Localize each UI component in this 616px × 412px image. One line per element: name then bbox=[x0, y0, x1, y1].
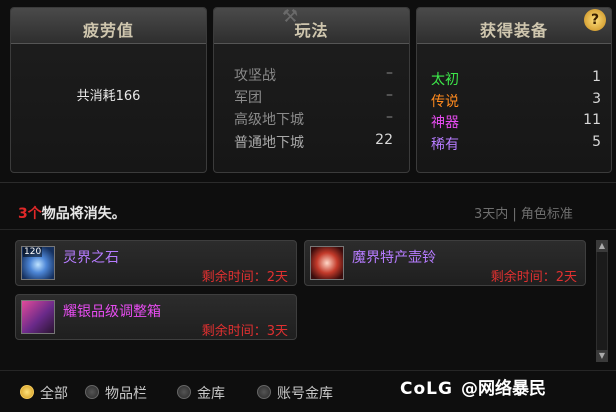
item-level-badge: 120 bbox=[23, 247, 43, 257]
item-name: 魔界特产壶铃 bbox=[352, 250, 436, 266]
item-name: 耀银品级调整箱 bbox=[63, 304, 161, 320]
equipment-grade: 太初 bbox=[431, 72, 459, 88]
spirit-stone-icon: 120 bbox=[21, 246, 55, 280]
item-remaining-time: 剩余时间：3天 bbox=[201, 324, 288, 339]
modes-panel-header: ⚒ 玩法 bbox=[214, 6, 409, 44]
item-name: 灵界之石 bbox=[63, 250, 119, 266]
modes-title: 玩法 bbox=[294, 21, 329, 40]
equipment-count: 3 bbox=[592, 91, 601, 107]
watermark-brand: CoLG bbox=[400, 379, 453, 399]
equipment-row: 稀有 5 bbox=[431, 134, 601, 156]
filter-divider bbox=[0, 370, 616, 371]
fatigue-summary: 共消耗166 bbox=[76, 89, 141, 104]
filter-label: 物品栏 bbox=[105, 386, 147, 402]
equipment-grade: 神器 bbox=[431, 115, 459, 131]
equipment-count: 11 bbox=[583, 112, 601, 128]
equipment-grade: 稀有 bbox=[431, 137, 459, 153]
equipment-count: 1 bbox=[592, 69, 601, 85]
mode-name: 军团 bbox=[234, 90, 262, 106]
equipment-count: 5 bbox=[592, 134, 601, 150]
grade-adjust-box-icon bbox=[21, 300, 55, 334]
modes-panel: ⚒ 玩法 攻坚战 – 军团 – 高级地下城 – 普通地下城 22 bbox=[213, 6, 410, 173]
equipment-title: 获得装备 bbox=[479, 21, 548, 40]
filter-label: 全部 bbox=[40, 386, 68, 402]
demon-kettlebell-icon bbox=[310, 246, 344, 280]
mode-value: – bbox=[386, 65, 393, 81]
expiring-item[interactable]: 120 灵界之石 剩余时间：2天 bbox=[15, 240, 297, 286]
fatigue-panel: 疲劳值 共消耗166 bbox=[10, 7, 207, 173]
mode-value: – bbox=[386, 109, 393, 125]
equipment-panel: 获得装备 太初 1 传说 3 神器 11 稀有 5 bbox=[416, 7, 612, 173]
mode-row: 高级地下城 – bbox=[234, 109, 393, 131]
expiring-filter-label: 3天内 | 角色标准 bbox=[474, 207, 573, 222]
equipment-row: 神器 11 bbox=[431, 112, 601, 134]
expiring-count: 3个 bbox=[18, 206, 42, 222]
section-divider bbox=[0, 182, 616, 183]
mode-name: 高级地下城 bbox=[234, 112, 304, 128]
item-remaining-time: 剩余时间：2天 bbox=[490, 270, 577, 285]
equipment-row: 太初 1 bbox=[431, 69, 601, 91]
filter-label: 账号金库 bbox=[277, 386, 333, 402]
mode-value: – bbox=[386, 87, 393, 103]
expiring-warning: 3个物品将消失。 bbox=[18, 203, 126, 223]
list-divider bbox=[0, 229, 616, 230]
scroll-down-icon[interactable]: ▼ bbox=[596, 350, 608, 362]
radio-dot-icon bbox=[20, 385, 34, 399]
fatigue-panel-header: 疲劳值 bbox=[11, 8, 206, 44]
equipment-grade: 传说 bbox=[431, 94, 459, 110]
scroll-up-icon[interactable]: ▲ bbox=[596, 240, 608, 252]
mode-name: 攻坚战 bbox=[234, 68, 276, 84]
watermark-handle: @网络暴民 bbox=[460, 379, 546, 399]
radio-dot-icon bbox=[257, 385, 271, 399]
expiring-item[interactable]: 魔界特产壶铃 剩余时间：2天 bbox=[304, 240, 586, 286]
expiring-item[interactable]: 耀银品级调整箱 剩余时间：3天 bbox=[15, 294, 297, 340]
equipment-panel-header: 获得装备 bbox=[417, 8, 611, 44]
radio-dot-icon bbox=[85, 385, 99, 399]
fatigue-title: 疲劳值 bbox=[82, 21, 134, 40]
mode-name: 普通地下城 bbox=[234, 135, 304, 151]
filter-label: 金库 bbox=[197, 386, 225, 402]
mode-value: 22 bbox=[375, 132, 393, 148]
equipment-row: 传说 3 bbox=[431, 91, 601, 113]
expiring-message: 物品将消失。 bbox=[41, 206, 126, 222]
mode-row: 攻坚战 – bbox=[234, 65, 393, 87]
item-remaining-time: 剩余时间：2天 bbox=[201, 270, 288, 285]
mode-row: 军团 – bbox=[234, 87, 393, 109]
help-icon[interactable]: ? bbox=[584, 9, 606, 31]
mode-row: 普通地下城 22 bbox=[234, 132, 393, 154]
watermark: CoLG @网络暴民 bbox=[400, 374, 546, 399]
radio-dot-icon bbox=[177, 385, 191, 399]
item-list-scrollbar[interactable] bbox=[596, 240, 608, 362]
